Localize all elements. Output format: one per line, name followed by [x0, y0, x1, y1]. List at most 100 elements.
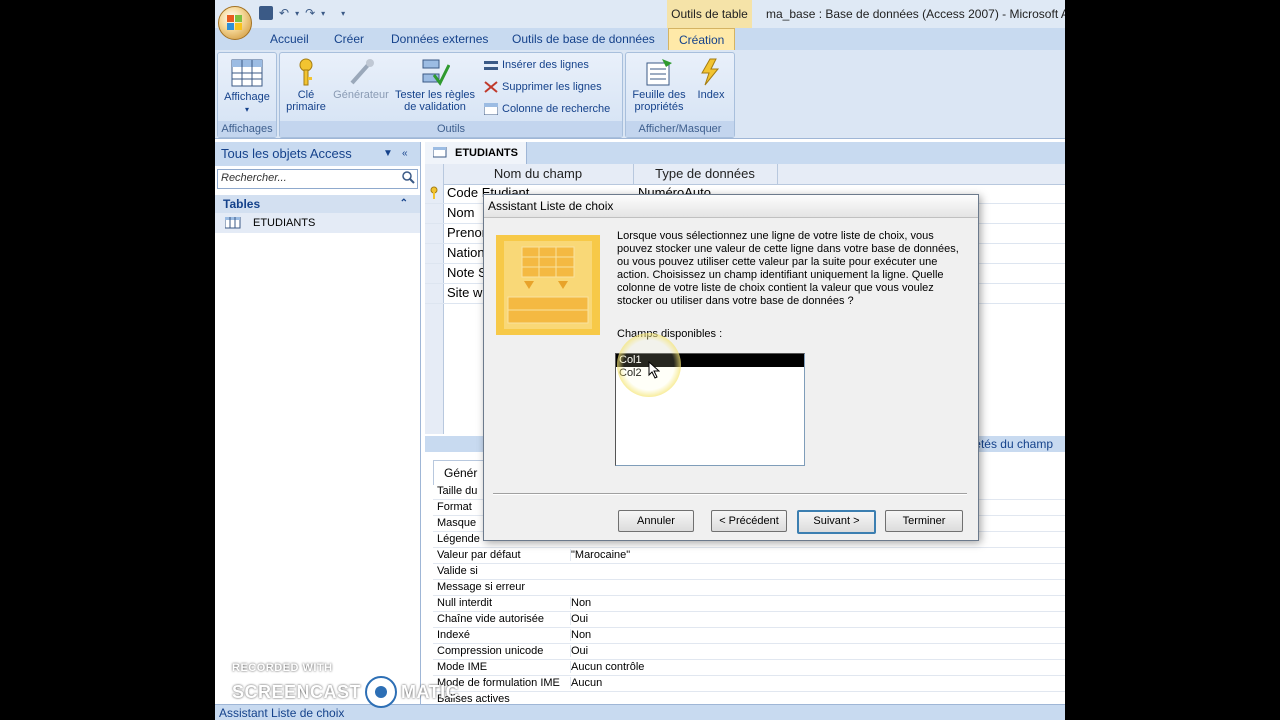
- generateur-label: Générateur: [333, 89, 389, 101]
- property-value[interactable]: "Marocaine": [570, 549, 630, 561]
- property-row[interactable]: Compression unicode Oui: [433, 644, 1065, 660]
- property-row[interactable]: Valeur par défaut "Marocaine": [433, 548, 1065, 564]
- collapse-group-icon[interactable]: ⌃: [400, 195, 408, 213]
- property-row[interactable]: Chaîne vide autorisée Oui: [433, 612, 1065, 628]
- property-row[interactable]: Mode de formulation IME Aucun: [433, 676, 1065, 692]
- office-button[interactable]: [218, 6, 252, 40]
- screencast-logo-icon: [365, 676, 398, 708]
- document-tab-label: ETUDIANTS: [455, 147, 518, 159]
- tab-creer[interactable]: Créer: [334, 28, 364, 50]
- table-icon: [433, 147, 447, 158]
- delete-rows-icon: [484, 81, 498, 93]
- colonne-recherche-button[interactable]: Colonne de recherche: [484, 103, 610, 115]
- group-label-afficher: Afficher/Masquer: [626, 121, 734, 137]
- row-selector[interactable]: [425, 284, 444, 303]
- next-button[interactable]: Suivant >: [797, 510, 876, 534]
- field-name[interactable]: Site w: [447, 285, 482, 300]
- customize-qat-icon[interactable]: ▾: [341, 9, 345, 18]
- redo-icon[interactable]: ↷: [305, 6, 315, 20]
- nav-header[interactable]: Tous les objets Access ▼ «: [215, 142, 420, 166]
- collapse-pane-icon[interactable]: «: [402, 142, 408, 166]
- index-label: Index: [697, 89, 725, 101]
- primary-key-icon: [430, 186, 438, 199]
- context-header: Outils de table: [667, 0, 752, 28]
- inserer-lignes-button[interactable]: Insérer des lignes: [484, 59, 589, 71]
- ribbon: Affichage ▾ Affichages Clé primaire Géné…: [215, 50, 1065, 139]
- property-key: Chaîne vide autorisée: [437, 613, 545, 625]
- property-key: Compression unicode: [437, 645, 544, 657]
- group-afficher-masquer: Feuille des propriétés Index Afficher/Ma…: [625, 52, 735, 138]
- tab-outils-bdd[interactable]: Outils de base de données: [512, 28, 655, 50]
- property-value[interactable]: Non: [570, 597, 591, 609]
- dropdown-icon: ▾: [244, 105, 249, 114]
- row-selector[interactable]: [425, 224, 444, 243]
- property-value[interactable]: Oui: [570, 613, 588, 625]
- row-selector[interactable]: [425, 184, 444, 203]
- nav-group-tables[interactable]: Tables ⌃: [215, 195, 420, 213]
- document-tab-etudiants[interactable]: ETUDIANTS: [425, 142, 527, 164]
- app-title: ma_base : Base de données (Access 2007) …: [766, 7, 1065, 21]
- undo-icon[interactable]: ↶: [279, 6, 289, 20]
- property-row[interactable]: Indexé Non: [433, 628, 1065, 644]
- cle-primaire-button[interactable]: Clé primaire: [284, 57, 328, 113]
- property-sheet-icon: [646, 59, 672, 86]
- watermark-line2: SCREENCAST MATIC: [232, 676, 459, 708]
- cle-label-2: primaire: [286, 101, 326, 113]
- corner-cell: [425, 164, 444, 184]
- table-icon: [225, 217, 241, 229]
- property-value[interactable]: Non: [570, 629, 591, 641]
- colonne-label: Colonne de recherche: [502, 103, 611, 115]
- property-value[interactable]: Oui: [570, 645, 588, 657]
- group-label-outils: Outils: [280, 121, 622, 137]
- row-selector[interactable]: [425, 204, 444, 223]
- affichage-button[interactable]: Affichage ▾: [220, 59, 274, 115]
- lookup-column-icon: [484, 103, 498, 115]
- index-button[interactable]: Index: [692, 57, 730, 101]
- dropdown-icon[interactable]: ▾: [321, 9, 325, 18]
- nav-menu-icon[interactable]: ▼: [383, 142, 393, 166]
- watermark-word1: SCREENCAST: [232, 681, 362, 702]
- property-row[interactable]: Mode IME Aucun contrôle: [433, 660, 1065, 676]
- property-row[interactable]: Message si erreur: [433, 580, 1065, 596]
- property-value[interactable]: Aucun contrôle: [570, 661, 644, 673]
- row-selector[interactable]: [425, 244, 444, 263]
- document-tab-bar: ETUDIANTS: [425, 142, 1065, 164]
- dialog-title[interactable]: Assistant Liste de choix: [484, 195, 978, 218]
- watermark-line1: RECORDED WITH: [232, 662, 333, 674]
- nav-item-etudiants[interactable]: ETUDIANTS: [215, 213, 420, 233]
- tab-creation[interactable]: Création: [668, 28, 736, 51]
- supprimer-label: Supprimer les lignes: [502, 81, 602, 93]
- tester-regles-button[interactable]: Tester les règles de validation: [392, 57, 478, 113]
- nav-group-label: Tables: [223, 197, 261, 211]
- feuille-proprietes-button[interactable]: Feuille des propriétés: [628, 57, 690, 113]
- wizard-illustration-icon: [496, 235, 600, 335]
- dialog-separator: [493, 493, 967, 495]
- tab-accueil[interactable]: Accueil: [270, 28, 309, 50]
- nav-item-label: ETUDIANTS: [253, 217, 316, 229]
- key-icon: [299, 58, 313, 86]
- row-selector[interactable]: [425, 264, 444, 283]
- feuille-label-1: Feuille des: [632, 89, 686, 101]
- property-row[interactable]: Valide si: [433, 564, 1065, 580]
- feuille-label-2: propriétés: [634, 101, 684, 113]
- property-row[interactable]: Null interdit Non: [433, 596, 1065, 612]
- props-bar-label: étés du champ: [974, 437, 1053, 451]
- cancel-button[interactable]: Annuler: [618, 510, 694, 532]
- validation-test-icon: [422, 59, 450, 86]
- save-icon[interactable]: [259, 6, 273, 20]
- affichage-label: Affichage: [224, 91, 270, 103]
- supprimer-lignes-button[interactable]: Supprimer les lignes: [484, 81, 602, 93]
- field-name[interactable]: Note S: [447, 265, 487, 280]
- finish-button[interactable]: Terminer: [885, 510, 963, 532]
- tab-donnees-externes[interactable]: Données externes: [391, 28, 488, 50]
- tab-general[interactable]: Génér: [433, 460, 489, 485]
- nav-search-box[interactable]: Rechercher...: [217, 169, 418, 189]
- office-logo-icon: [227, 15, 243, 31]
- property-value[interactable]: Aucun: [570, 677, 602, 689]
- search-icon[interactable]: [402, 171, 415, 184]
- property-key: Valide si: [437, 565, 478, 577]
- design-grid-header: Nom du champ Type de données: [425, 164, 1065, 185]
- dropdown-icon[interactable]: ▾: [295, 9, 299, 18]
- previous-button[interactable]: < Précédent: [711, 510, 787, 532]
- field-name[interactable]: Nom: [447, 205, 474, 220]
